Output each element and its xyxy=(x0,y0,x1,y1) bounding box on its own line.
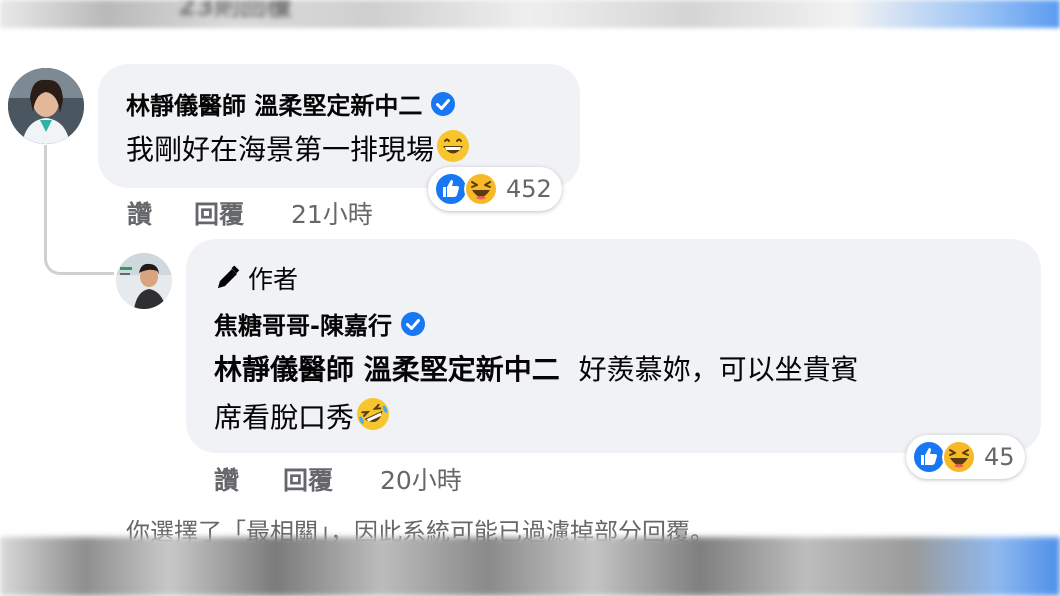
replier-name[interactable]: 焦糖哥哥-陳嘉行 xyxy=(214,306,426,341)
grinning-face-emoji xyxy=(437,130,470,162)
reply-mention-link[interactable]: 林靜儀醫師 溫柔堅定新中二 xyxy=(214,353,560,386)
comment-text: 我剛好在海景第一排現場 xyxy=(126,128,470,168)
haha-icon xyxy=(464,172,498,206)
haha-icon xyxy=(942,440,976,474)
comment-reply-button[interactable]: 回覆 xyxy=(194,195,244,231)
reply-text-line2: 席看脫口秀 xyxy=(214,396,390,436)
like-icon xyxy=(434,172,468,206)
commenter-avatar[interactable] xyxy=(8,68,84,144)
reply-text-content: 好羨慕妳，可以坐貴賓 xyxy=(578,353,859,386)
comment-text-content: 我剛好在海景第一排現場 xyxy=(126,133,435,166)
author-badge-label: 作者 xyxy=(248,265,299,294)
reply-timestamp[interactable]: 20小時 xyxy=(380,461,462,497)
reply-reactions[interactable]: 45 xyxy=(906,435,1025,479)
commenter-name[interactable]: 林靜儀醫師 溫柔堅定新中二 xyxy=(126,86,456,121)
author-badge: 作者 xyxy=(214,260,298,296)
replier-avatar[interactable] xyxy=(116,253,172,309)
faded-reply-count: 23則回覆 xyxy=(178,0,293,22)
comment-timestamp[interactable]: 21小時 xyxy=(291,195,373,231)
commenter-name-text[interactable]: 林靜儀醫師 溫柔堅定新中二 xyxy=(126,86,422,121)
verified-badge-icon xyxy=(400,311,425,336)
replier-name-text[interactable]: 焦糖哥哥-陳嘉行 xyxy=(214,306,392,341)
comment-like-button[interactable]: 讚 xyxy=(127,195,152,231)
comment-reaction-count: 452 xyxy=(506,175,552,203)
reply-text-line1: 林靜儀醫師 溫柔堅定新中二 好羨慕妳，可以坐貴賓 xyxy=(214,348,859,388)
reply-reply-button[interactable]: 回覆 xyxy=(283,461,333,497)
reply-text-content-2: 席看脫口秀 xyxy=(214,401,355,434)
reply-reaction-count: 45 xyxy=(984,443,1015,471)
like-icon xyxy=(912,440,946,474)
top-blur-band: 23則回覆 xyxy=(0,0,1060,28)
reply-like-button[interactable]: 讚 xyxy=(214,461,239,497)
pencil-icon xyxy=(218,265,240,288)
rolling-laughing-emoji xyxy=(357,398,390,430)
verified-badge-icon xyxy=(431,91,456,116)
comment-reactions[interactable]: 452 xyxy=(428,167,562,211)
bottom-blur-band xyxy=(0,537,1060,596)
